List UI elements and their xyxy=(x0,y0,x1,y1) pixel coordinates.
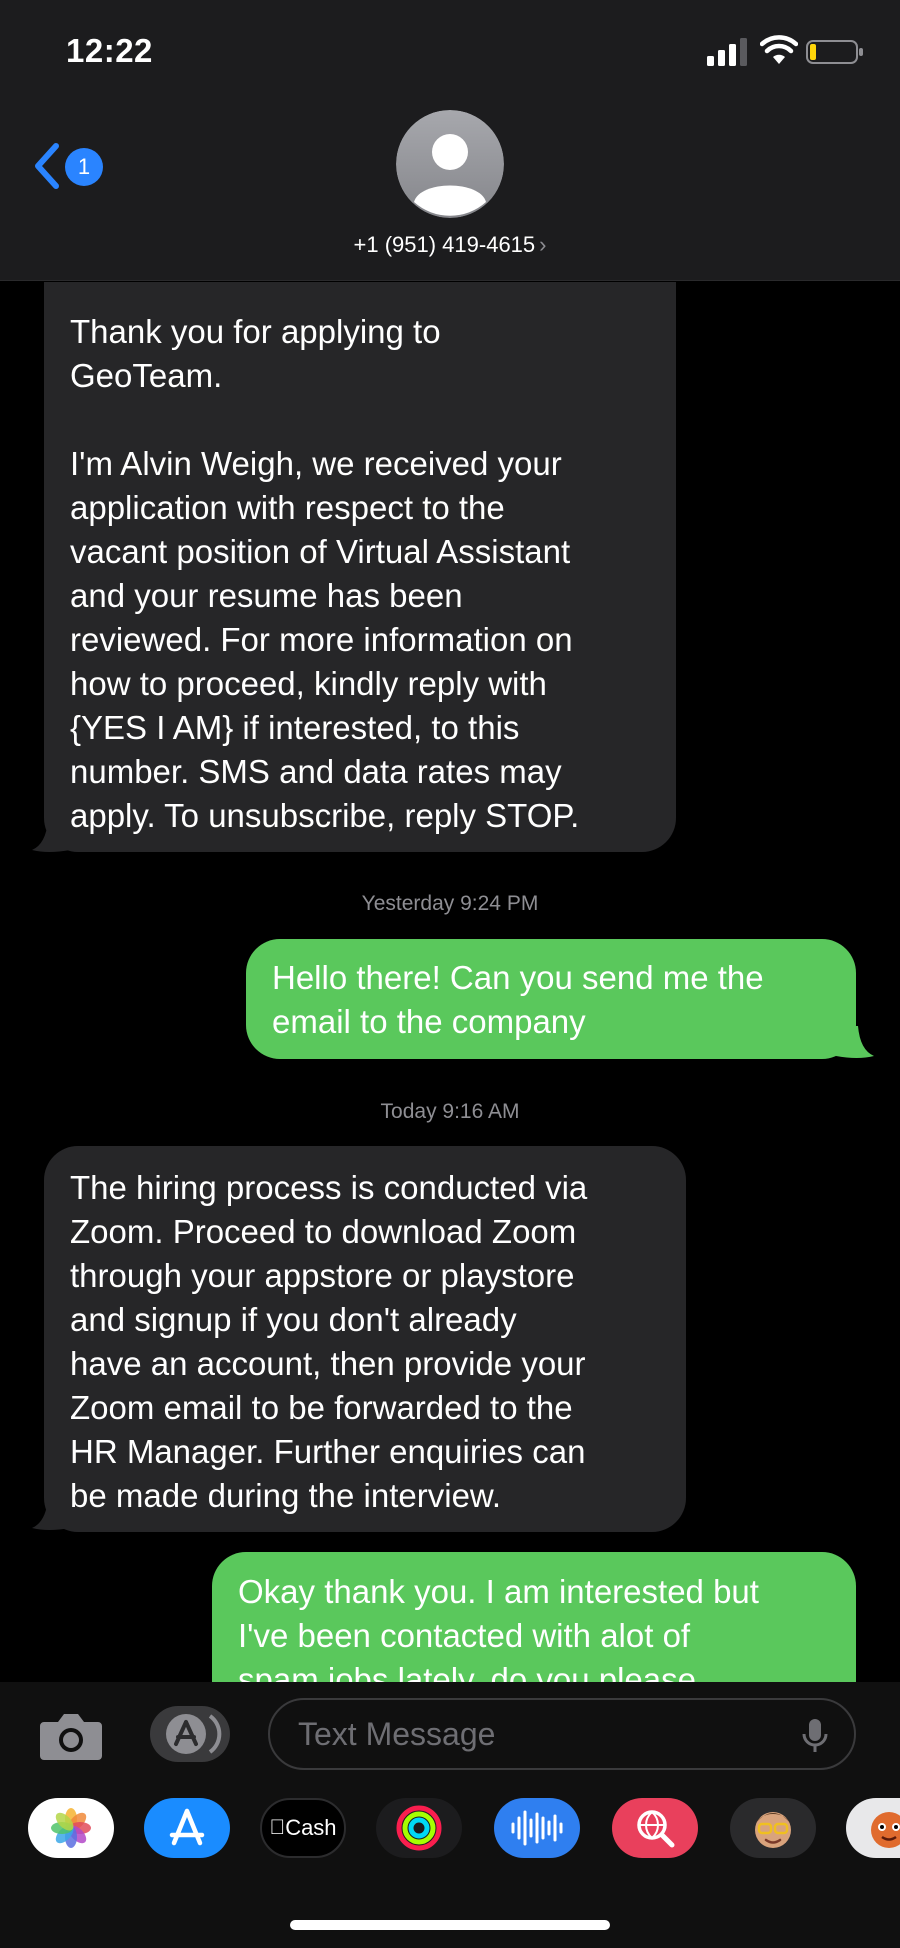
bubble-tail xyxy=(32,1498,70,1530)
globe-magnifier-icon xyxy=(637,1810,675,1848)
message-line: HR Manager. Further enquiries can xyxy=(70,1433,586,1470)
timestamp: Yesterday 9:24 PM xyxy=(361,892,539,915)
message-line: application with respect to the xyxy=(70,489,505,526)
cash-label: Cash xyxy=(277,1815,336,1840)
message-line: number. SMS and data rates may xyxy=(70,753,562,790)
sent-message[interactable]: Hello there! Can you send me the email t… xyxy=(246,939,856,1059)
message-line: I'm Alvin Weigh, we received your xyxy=(70,445,562,482)
photos-flower-icon xyxy=(51,1808,91,1848)
cellular-signal-icon xyxy=(707,38,747,66)
message-line: GeoTeam. xyxy=(70,357,223,394)
camera-icon[interactable] xyxy=(38,1710,104,1762)
person-icon xyxy=(396,110,504,218)
message-line: Okay thank you. I am interested but xyxy=(238,1573,759,1610)
memoji-icon[interactable] xyxy=(730,1798,816,1858)
chevron-right-icon: › xyxy=(539,232,547,257)
timestamp: Today 9:16 AM xyxy=(380,1100,520,1123)
contact-number: +1 (951) 419-4615 xyxy=(353,232,536,257)
app-drawer: Cash xyxy=(0,1778,900,1908)
received-message[interactable]: Thank you for applying to GeoTeam. I'm A… xyxy=(44,282,676,852)
app-store-glyph-icon xyxy=(166,1714,222,1754)
bubble-tail xyxy=(32,820,70,852)
conversation-header: 12:22 1 +1 (951) 419-4615 › xyxy=(0,0,900,281)
message-line: and signup if you don't already xyxy=(70,1301,517,1338)
wifi-icon xyxy=(760,35,798,64)
contact-avatar[interactable] xyxy=(396,110,504,218)
animoji-icon[interactable] xyxy=(846,1798,900,1858)
home-indicator[interactable] xyxy=(290,1920,610,1930)
message-input-placeholder: Text Message xyxy=(298,1716,496,1752)
message-line: Zoom. Proceed to download Zoom xyxy=(70,1213,577,1250)
activity-icon[interactable] xyxy=(376,1798,462,1858)
message-input[interactable]: Text Message xyxy=(268,1698,856,1770)
status-time: 12:22 xyxy=(66,32,153,69)
received-message[interactable]: The hiring process is conducted via Zoom… xyxy=(44,1146,686,1532)
message-line: apply. To unsubscribe, reply STOP. xyxy=(70,797,580,834)
app-store-a-icon xyxy=(169,1808,205,1846)
message-line: Hello there! Can you send me the xyxy=(272,959,764,996)
photos-icon[interactable] xyxy=(28,1798,114,1858)
message-line: how to proceed, kindly reply with xyxy=(70,665,547,702)
apple-logo-icon:  xyxy=(269,1816,285,1840)
apps-button[interactable] xyxy=(150,1706,230,1762)
message-line: and your resume has been xyxy=(70,577,463,614)
web-search-icon[interactable] xyxy=(612,1798,698,1858)
message-line: through your appstore or playstore xyxy=(70,1257,575,1294)
waveform-icon xyxy=(511,1810,563,1846)
app-store-icon[interactable] xyxy=(144,1798,230,1858)
message-line: Zoom email to be forwarded to the xyxy=(70,1389,573,1426)
memoji-face-icon xyxy=(755,1812,791,1848)
activity-rings-icon xyxy=(396,1805,442,1851)
microphone-icon[interactable] xyxy=(802,1718,828,1754)
battery-low-icon xyxy=(806,40,863,64)
unread-count-badge: 1 xyxy=(65,148,103,186)
compose-bar: Text Message Cash xyxy=(0,1682,900,1948)
message-line: email to the company xyxy=(272,1003,586,1040)
bubble-tail xyxy=(836,1026,874,1058)
message-line: The hiring process is conducted via xyxy=(70,1169,588,1206)
message-line: be made during the interview. xyxy=(70,1477,502,1514)
message-line: vacant position of Virtual Assistant xyxy=(70,533,571,570)
message-line: {YES I AM} if interested, to this xyxy=(70,709,520,746)
message-line: I've been contacted with alot of xyxy=(238,1617,691,1654)
message-line-blank xyxy=(70,398,650,442)
animoji-face-icon xyxy=(871,1812,900,1848)
audio-message-icon[interactable] xyxy=(494,1798,580,1858)
back-button[interactable]: 1 xyxy=(32,140,112,192)
message-line: Thank you for applying to xyxy=(70,313,441,350)
message-line: have an account, then provide your xyxy=(70,1345,586,1382)
message-line: reviewed. For more information on xyxy=(70,621,573,658)
apple-cash-icon[interactable]: Cash xyxy=(260,1798,346,1858)
contact-name-button[interactable]: +1 (951) 419-4615 › xyxy=(0,232,900,258)
chevron-left-icon xyxy=(35,143,59,189)
